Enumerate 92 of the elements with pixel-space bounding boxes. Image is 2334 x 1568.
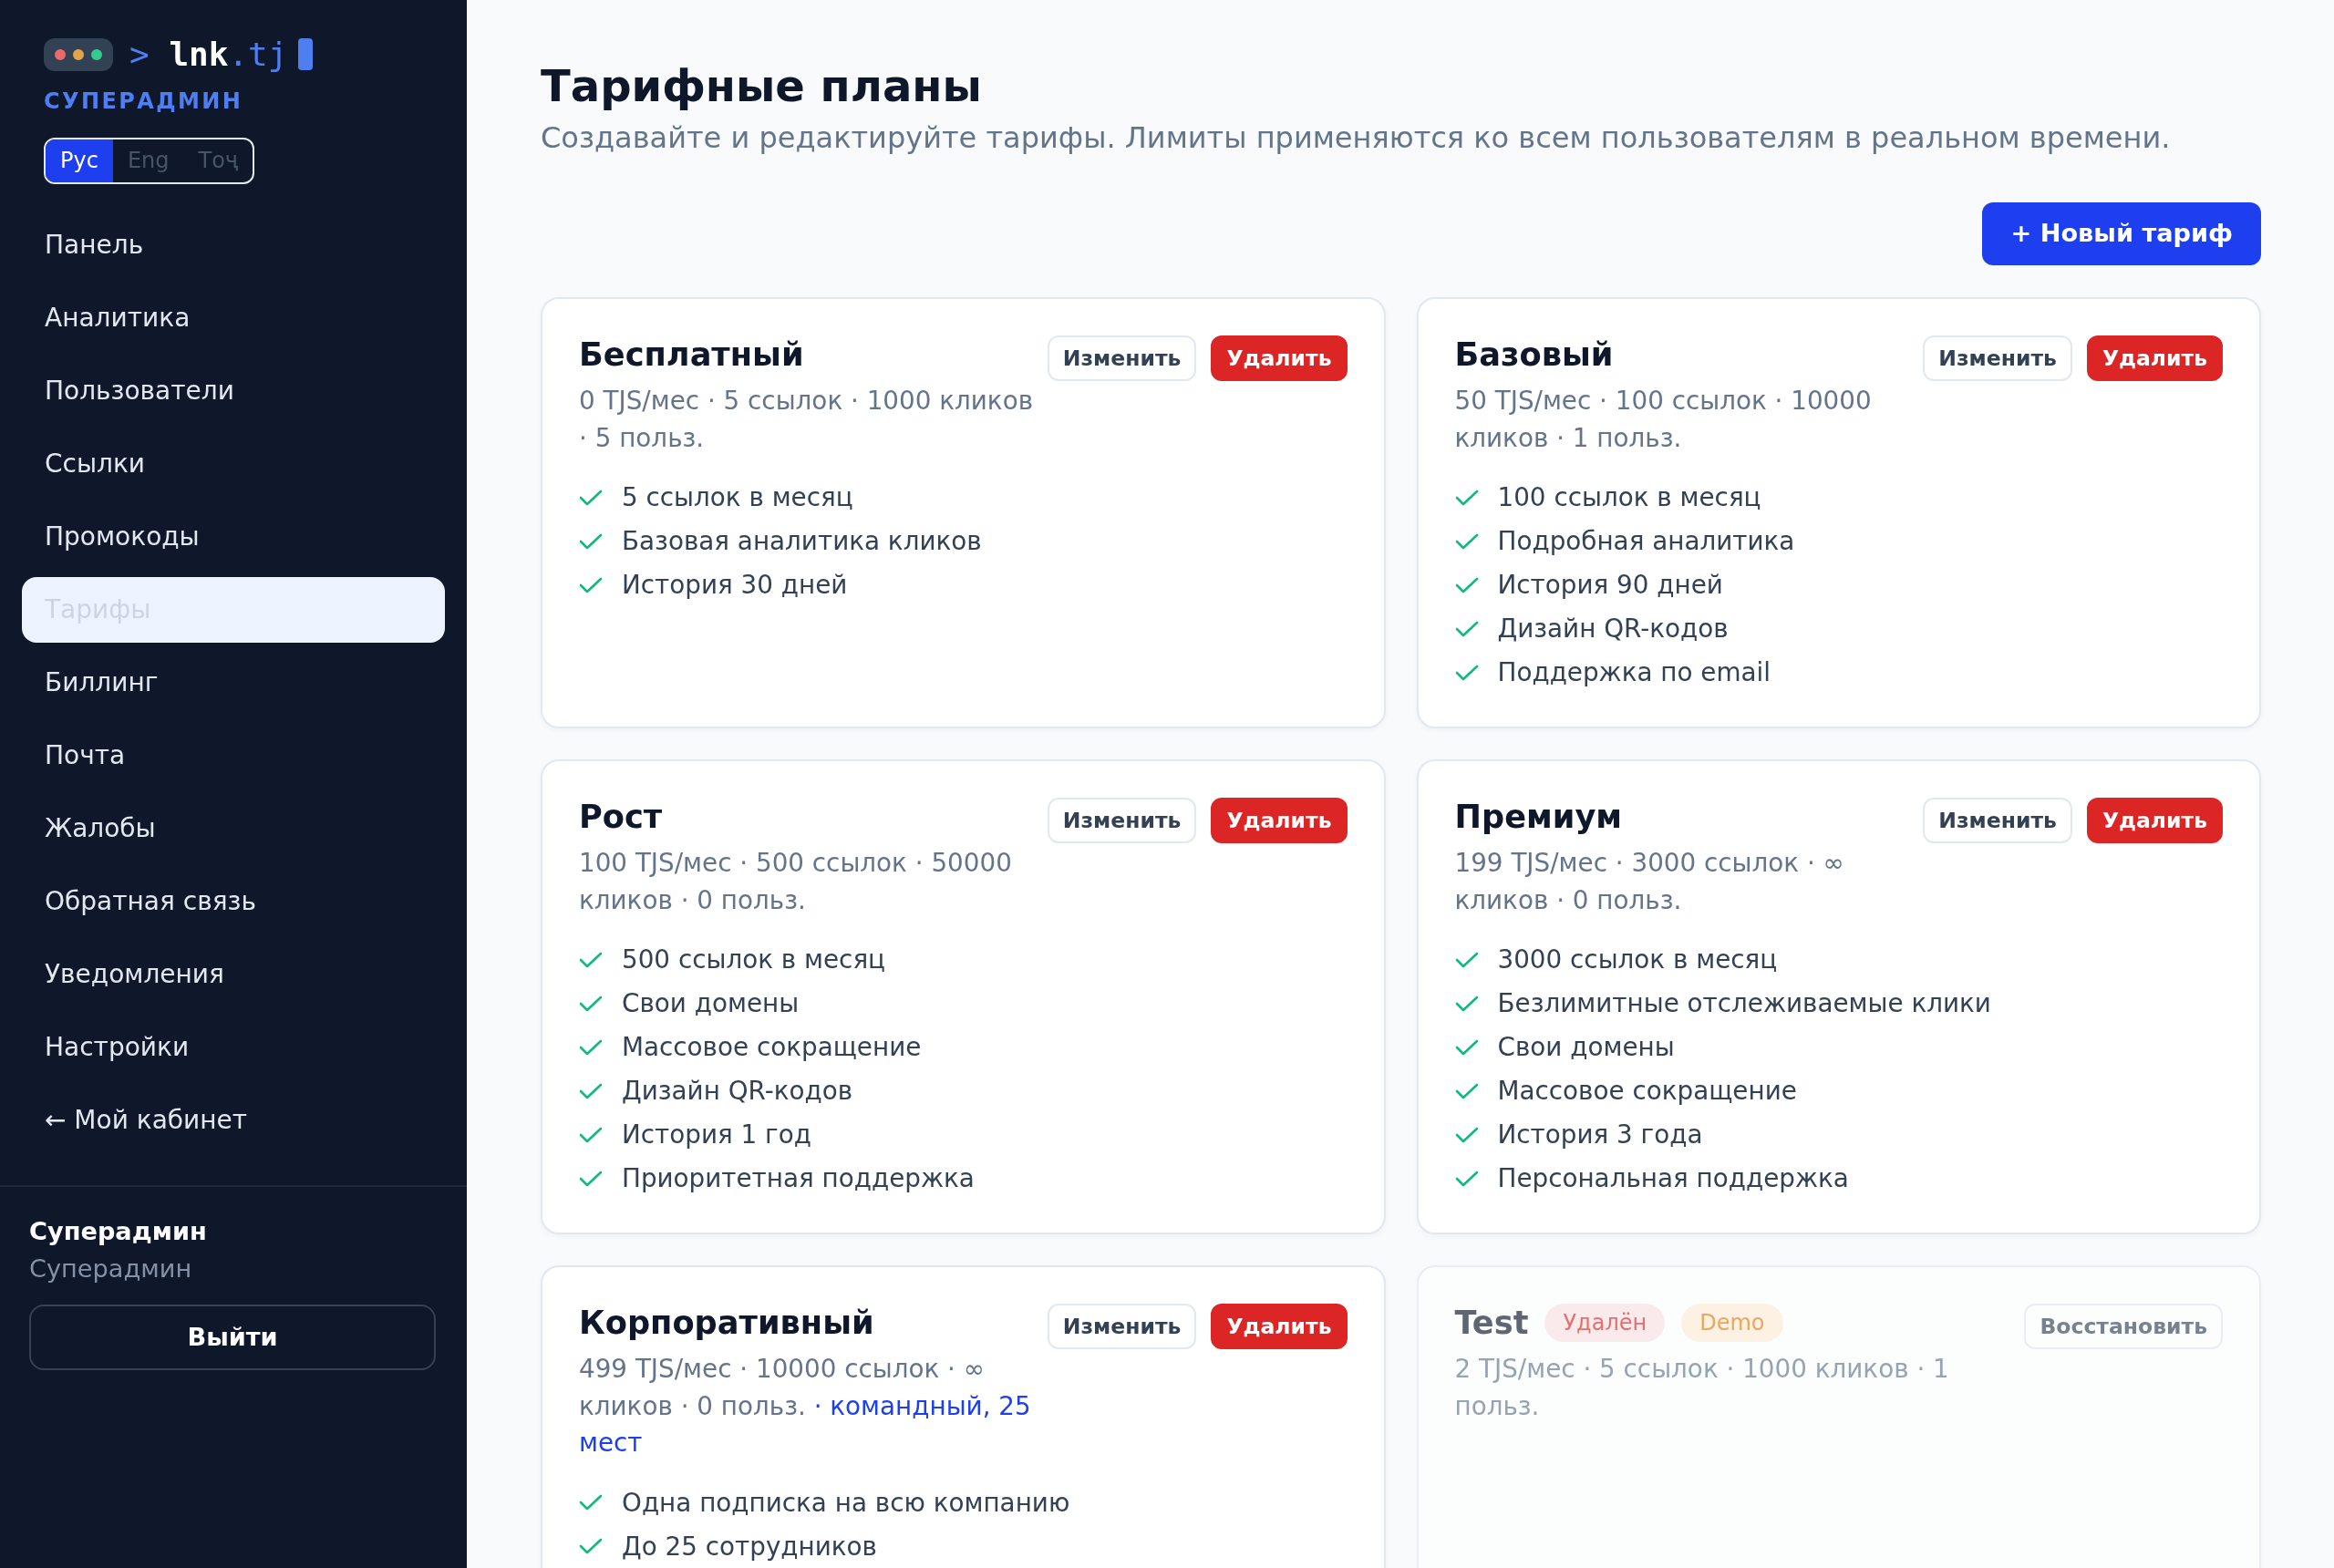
check-icon <box>1454 531 1479 551</box>
check-icon <box>1454 1037 1479 1057</box>
feature-text: 5 ссылок в месяц <box>622 481 853 513</box>
feature-text: История 30 дней <box>622 569 848 601</box>
nav-item[interactable]: Уведомления <box>22 941 445 1007</box>
feature-text: Массовое сокращение <box>622 1031 922 1063</box>
nav-item[interactable]: Панель <box>22 211 445 278</box>
nav-item[interactable]: ← Мой кабинет <box>22 1087 445 1153</box>
plan-title: Test <box>1454 1303 1529 1343</box>
delete-button[interactable]: Удалить <box>1211 1303 1348 1349</box>
check-icon <box>579 1037 603 1057</box>
feature-text: Массовое сокращение <box>1497 1075 1797 1107</box>
role-label: СУПЕРАДМИН <box>44 88 244 115</box>
feature-text: Подробная аналитика <box>1497 525 1795 557</box>
check-icon <box>579 950 603 969</box>
plan-details: 100 TJS/мес · 500 ссылок · 50000 кликов · 0 польз. <box>579 846 1013 917</box>
plan-details: 199 TJS/мес · 3000 ссылок · ∞ кликов · 0 польз. <box>1454 846 1845 917</box>
feature-text: До 25 сотрудников <box>622 1531 877 1562</box>
feature-text: Поддержка по email <box>1497 656 1771 688</box>
check-icon <box>579 1125 603 1144</box>
feature-text: 500 ссылок в месяц <box>622 944 886 975</box>
check-icon <box>579 488 603 507</box>
logo-text: > lnk.tj <box>129 35 288 75</box>
check-icon <box>1454 575 1479 594</box>
restore-button[interactable]: Восстановить <box>2024 1303 2223 1349</box>
plan-title: Бесплатный <box>579 335 804 374</box>
plan-details: 2 TJS/мес · 5 ссылок · 1000 кликов · 1 польз. <box>1454 1353 1950 1424</box>
check-icon <box>579 994 603 1013</box>
plan-title: Базовый <box>1454 335 1614 374</box>
nav-item[interactable]: Аналитика <box>22 284 445 351</box>
nav-item[interactable]: Жалобы <box>22 795 445 861</box>
delete-button[interactable]: Удалить <box>1211 797 1348 843</box>
nav-item[interactable]: Промокоды <box>22 503 445 570</box>
user-name: Суперадмин <box>29 1215 208 1247</box>
feature-text: Приоритетная поддержка <box>622 1162 975 1194</box>
window-dots-icon <box>44 37 113 71</box>
feature-text: 3000 ссылок в месяц <box>1497 944 1778 975</box>
edit-button[interactable]: Изменить <box>1047 797 1197 843</box>
feature-text: Персональная поддержка <box>1497 1162 1849 1194</box>
check-icon <box>579 575 603 594</box>
feature-text: История 3 года <box>1497 1119 1703 1150</box>
check-icon <box>1454 950 1479 969</box>
status-tag: Demo <box>1681 1303 1783 1343</box>
nav-item[interactable]: Пользователи <box>22 357 445 424</box>
status-tag: Удалён <box>1544 1303 1666 1343</box>
edit-button[interactable]: Изменить <box>1923 797 2072 843</box>
plan-details: 499 TJS/мес · 10000 ссылок · ∞ кликов · 0 польз. · командный, 25 мест <box>579 1352 1032 1460</box>
delete-button[interactable]: Удалить <box>2086 797 2223 843</box>
nav-item[interactable]: Почта <box>22 722 445 789</box>
feature-text: Дизайн QR-кодов <box>1497 613 1729 645</box>
feature-text: Безлимитные отслеживаемые клики <box>1497 987 1991 1019</box>
delete-button[interactable]: Удалить <box>2086 335 2223 381</box>
plan-title: Корпоративный <box>579 1303 874 1342</box>
user-role: Суперадмин <box>29 1253 193 1284</box>
feature-text: Свои домены <box>1497 1031 1675 1063</box>
page-title: Тарифные планы <box>541 60 983 113</box>
edit-button[interactable]: Изменить <box>1923 335 2072 381</box>
check-icon <box>1454 994 1479 1013</box>
feature-text: Базовая аналитика кликов <box>622 525 982 557</box>
check-icon <box>1454 1169 1479 1188</box>
check-icon <box>579 1537 603 1556</box>
check-icon <box>1454 1081 1479 1100</box>
text-cursor-icon <box>298 38 314 71</box>
check-icon <box>579 1493 603 1512</box>
nav-item[interactable]: Биллинг <box>22 649 445 716</box>
feature-text: 100 ссылок в месяц <box>1497 481 1761 513</box>
plan-title: Рост <box>579 797 663 836</box>
nav-item[interactable]: Обратная связь <box>22 868 445 934</box>
delete-button[interactable]: Удалить <box>1211 335 1348 381</box>
check-icon <box>1454 488 1479 507</box>
plan-details: 0 TJS/мес · 5 ссылок · 1000 кликов · 5 польз. <box>579 384 1035 455</box>
nav-item[interactable]: Ссылки <box>22 430 445 497</box>
check-icon <box>1454 619 1479 638</box>
edit-button[interactable]: Изменить <box>1047 335 1197 381</box>
edit-button[interactable]: Изменить <box>1047 1303 1197 1349</box>
plan-title: Премиум <box>1454 797 1623 836</box>
feature-text: История 90 дней <box>1497 569 1723 601</box>
language-option[interactable]: Рус <box>46 139 113 182</box>
check-icon <box>1454 1125 1479 1144</box>
feature-text: Дизайн QR-кодов <box>622 1075 853 1107</box>
check-icon <box>1454 663 1479 682</box>
feature-text: Одна подписка на всю компанию <box>622 1487 1070 1518</box>
check-icon <box>579 1169 603 1188</box>
check-icon <box>579 531 603 551</box>
nav-item[interactable]: Настройки <box>22 1014 445 1080</box>
logout-button[interactable]: Выйти <box>29 1304 436 1371</box>
feature-text: Свои домены <box>622 987 800 1019</box>
feature-text: История 1 год <box>622 1119 811 1150</box>
plan-details: 50 TJS/мес · 100 ссылок · 10000 кликов · 1 польз. <box>1454 384 1873 455</box>
new-plan-button[interactable]: + Новый тариф <box>1982 202 2261 265</box>
check-icon <box>579 1081 603 1100</box>
page-subtitle: Создавайте и редактируйте тарифы. Лимиты применяются ко всем пользователям в реальном времени. <box>541 119 2172 157</box>
